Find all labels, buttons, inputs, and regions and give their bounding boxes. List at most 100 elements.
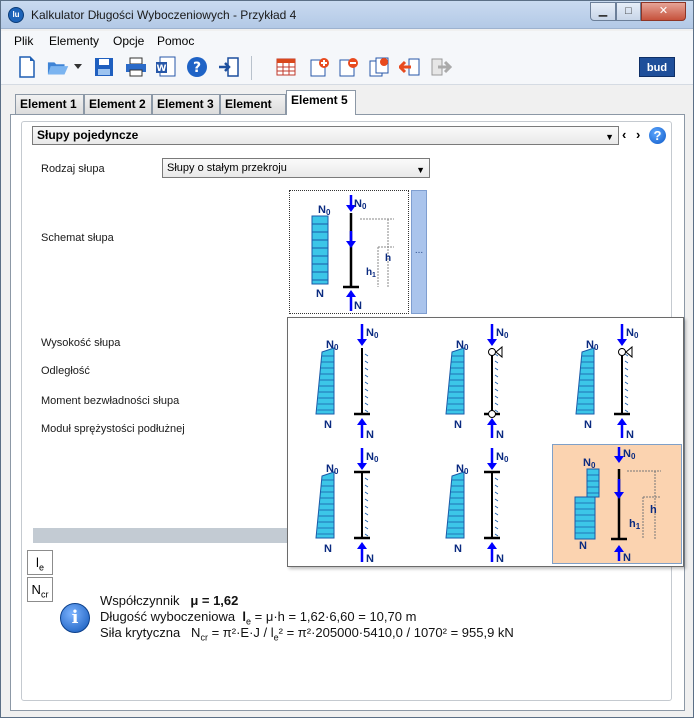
import-icon[interactable]: [398, 55, 422, 79]
buckling-tick: [494, 367, 499, 371]
le-button[interactable]: le: [27, 550, 53, 575]
chevron-down-icon: ▼: [605, 132, 614, 142]
tab-element-4[interactable]: Element 4: [220, 94, 286, 129]
buckling-tick: [364, 374, 369, 378]
reaction-arrow-head: [487, 542, 497, 549]
help-icon[interactable]: ?: [185, 55, 209, 79]
n0-label: N0: [496, 327, 509, 340]
toolbar-separator: [251, 56, 252, 80]
buckling-tick: [624, 353, 629, 357]
export-word-icon[interactable]: W: [154, 55, 178, 79]
menu-elementy[interactable]: Elementy: [49, 34, 99, 48]
buckling-tick: [624, 402, 629, 406]
schema-option-2[interactable]: N0 N0 N N: [422, 320, 552, 441]
app-logo-icon: lu: [8, 7, 24, 23]
schema-preview-diagram: N0 N0 N N h h1: [311, 195, 394, 312]
wysokosc-label: Wysokość słupa: [41, 337, 121, 349]
buckling-tick: [494, 491, 499, 495]
table-icon[interactable]: [274, 55, 298, 79]
buckling-tick: [494, 374, 499, 378]
schema-option-3[interactable]: N0 N0 N N: [552, 320, 682, 441]
remove-element-icon[interactable]: [337, 55, 361, 79]
n-label: N: [623, 552, 631, 563]
buckling-tick: [364, 402, 369, 406]
reaction-arrow-head: [617, 418, 627, 425]
buckling-tick: [494, 526, 499, 530]
buckling-tick: [364, 533, 369, 537]
print-icon[interactable]: [124, 55, 148, 79]
load-arrow-top-head: [617, 339, 627, 346]
reaction-arrow-head: [614, 545, 624, 552]
next-arrow-icon[interactable]: ›: [636, 127, 640, 142]
nav-icons: ‹ ›: [622, 127, 640, 142]
odleglosc-label: Odległość: [41, 365, 90, 377]
schema-option-1[interactable]: N0 N0 N N: [292, 320, 422, 441]
tab-element-3[interactable]: Element 3: [152, 94, 220, 114]
rodzaj-select[interactable]: Słupy o stałym przekroju ▼: [162, 158, 430, 178]
bud-logo: bud: [639, 57, 675, 77]
menu-plik[interactable]: Plik: [14, 34, 33, 48]
svg-text:1: 1: [372, 272, 376, 279]
buckling-tick: [364, 388, 369, 392]
tab-element-1[interactable]: Element 1: [15, 94, 84, 114]
prev-arrow-icon[interactable]: ‹: [622, 127, 626, 142]
export-icon[interactable]: [429, 55, 453, 79]
buckling-tick: [364, 360, 369, 364]
save-icon[interactable]: [92, 55, 116, 79]
pin-joint-bottom: [488, 410, 496, 418]
buckling-tick: [494, 505, 499, 509]
h-label: h: [650, 504, 657, 516]
n-label: N: [366, 429, 374, 440]
open-folder-icon[interactable]: [47, 55, 71, 79]
schema-preview[interactable]: N0 N0 N N h h1: [289, 190, 409, 314]
copy-element-icon[interactable]: [367, 55, 391, 79]
menu-pomoc[interactable]: Pomoc: [157, 34, 194, 48]
buckling-tick: [494, 533, 499, 537]
buckling-tick: [364, 395, 369, 399]
tab-element-5[interactable]: Element 5: [286, 90, 356, 115]
n0-label: N0: [623, 448, 636, 461]
exit-icon[interactable]: [217, 55, 241, 79]
maximize-button[interactable]: □: [616, 2, 641, 21]
n-label: N: [366, 553, 374, 564]
buckling-tick: [364, 367, 369, 371]
reaction-arrow-head: [357, 542, 367, 549]
schema-option-4[interactable]: N0 N0 N N: [292, 444, 422, 565]
buckling-tick: [624, 409, 629, 413]
svg-text:?: ?: [193, 60, 201, 76]
add-element-icon[interactable]: [308, 55, 332, 79]
close-button[interactable]: ✕: [641, 2, 686, 21]
buckling-tick: [364, 526, 369, 530]
ncr-button[interactable]: Ncr: [27, 577, 53, 602]
n0-label: N0: [326, 339, 339, 352]
tab-element-2[interactable]: Element 2: [84, 94, 152, 114]
buckling-tick: [624, 381, 629, 385]
schema-more-button[interactable]: ...: [411, 190, 427, 314]
menu-opcje[interactable]: Opcje: [113, 34, 144, 48]
svg-text:N: N: [354, 198, 362, 210]
help-icon[interactable]: ?: [649, 127, 666, 144]
reaction-arrow-head: [487, 418, 497, 425]
buckling-tick: [624, 395, 629, 399]
title-bar[interactable]: lu Kalkulator Długości Wyboczeniowych - …: [1, 1, 693, 29]
rodzaj-label: Rodzaj słupa: [41, 163, 105, 175]
pin-joint: [618, 348, 626, 356]
schema-option-6-selected[interactable]: N0 N0 N Nh h1: [552, 444, 682, 564]
n-label: N: [454, 419, 462, 431]
buckling-tick: [364, 353, 369, 357]
n-label: N: [324, 543, 332, 555]
n-label: N: [579, 540, 587, 552]
schema-option-5[interactable]: N0 N0 N N: [422, 444, 552, 565]
open-dropdown-arrow-icon[interactable]: [72, 55, 84, 79]
result-wspolczynnik: Współczynnik μ = 1,62: [100, 593, 239, 608]
window-title: Kalkulator Długości Wyboczeniowych - Prz…: [31, 8, 297, 22]
minimize-button[interactable]: ▁: [590, 2, 616, 21]
buckling-tick: [364, 505, 369, 509]
category-select[interactable]: Słupy pojedyncze ▼: [32, 126, 619, 145]
n-label: N: [584, 419, 592, 431]
chevron-down-icon: ▼: [416, 165, 425, 175]
n0-label: N0: [456, 463, 469, 476]
new-document-icon[interactable]: [15, 55, 39, 79]
buckling-tick: [494, 381, 499, 385]
n0-label: N0: [583, 457, 596, 470]
